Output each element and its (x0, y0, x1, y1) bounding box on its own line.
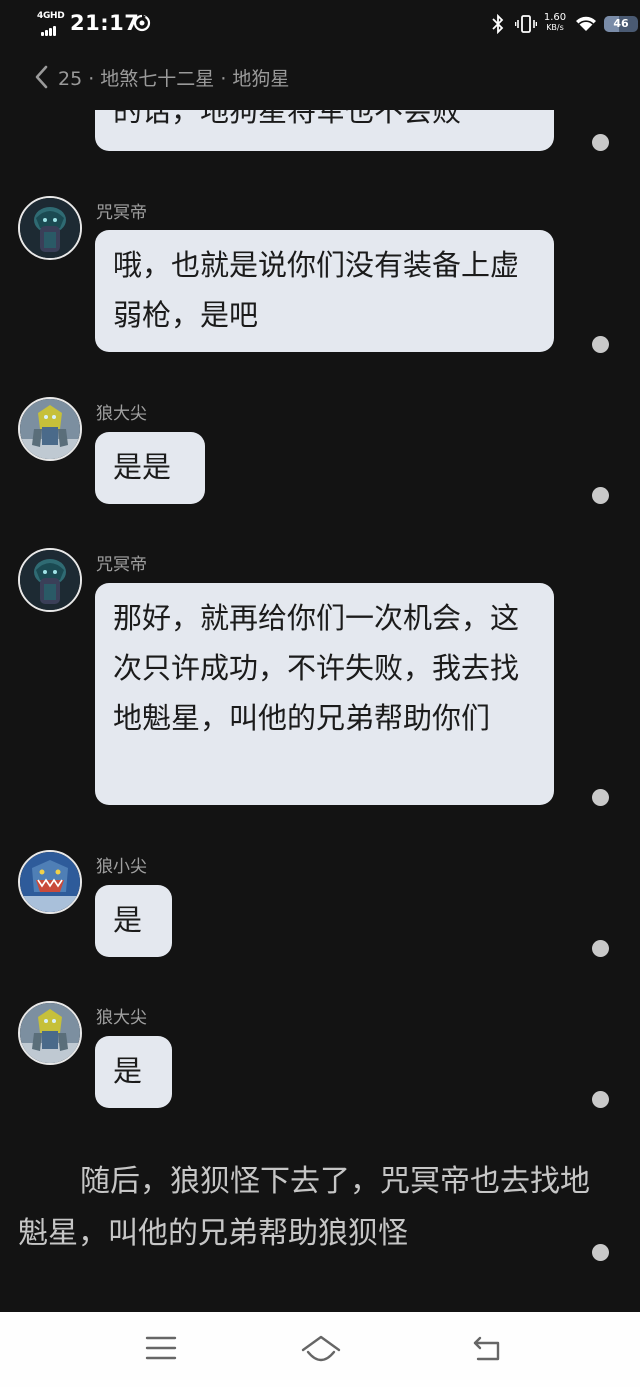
battery-level: 46 (613, 17, 629, 30)
message-bubble: 是 (95, 1036, 172, 1108)
avatar[interactable] (18, 548, 82, 612)
home-icon[interactable] (299, 1334, 343, 1364)
message-bubble: 哦，也就是说你们没有装备上虚弱枪，是吧 (95, 230, 554, 352)
message-text: 那好，就再给你们一次机会，这次只许成功，不许失败，我去找地魁星，叫他的兄弟帮助你… (113, 601, 520, 735)
read-indicator-dot (592, 1091, 609, 1108)
avatar[interactable] (18, 1001, 82, 1065)
read-indicator-dot (592, 336, 609, 353)
narration-paragraph: 随后，狼狈怪下去了，咒冥帝也去找地魁星，叫他的兄弟帮助狼狈怪 (18, 1164, 590, 1251)
header-title[interactable]: 25 · 地煞七十二星 · 地狗星 (58, 64, 289, 91)
sender-name: 咒冥帝 (96, 203, 147, 223)
message-text: 哦，也就是说你们没有装备上虚弱枪，是吧 (113, 248, 520, 332)
system-navigation-bar (0, 1312, 640, 1387)
sender-name: 咒冥帝 (96, 555, 147, 575)
avatar-image (20, 550, 80, 610)
network-speed: 1.60 KB/s (543, 12, 567, 33)
wifi-icon (576, 16, 596, 31)
return-icon[interactable] (472, 1334, 504, 1362)
avatar-image (20, 198, 80, 258)
avatar-image (20, 852, 80, 912)
sync-icon (133, 14, 151, 32)
vibrate-icon (515, 15, 537, 33)
avatar-image (20, 1003, 80, 1063)
bluetooth-icon (492, 14, 504, 34)
read-indicator-dot (592, 1244, 609, 1261)
status-bar: 4GHD 21:17 1.60 KB/s 46 (0, 0, 640, 50)
clock: 21:17 (70, 11, 140, 35)
battery-indicator: 46 (604, 16, 638, 32)
read-indicator-dot (592, 789, 609, 806)
message-text: 是 (113, 1054, 143, 1088)
menu-icon[interactable] (145, 1334, 177, 1362)
network-type-label: 4GHD (37, 11, 65, 21)
avatar[interactable] (18, 196, 82, 260)
sender-name: 狼大尖 (96, 404, 147, 424)
chat-area[interactable]: 的话，地狗星将军也不会败 咒冥帝 哦，也就是说你们没有装备上虚弱枪，是吧 狼大尖… (0, 110, 640, 1310)
message-text: 是是 (113, 450, 172, 484)
sender-name: 狼小尖 (96, 857, 147, 877)
message-bubble: 是是 (95, 432, 205, 504)
message-bubble: 的话，地狗星将军也不会败 (95, 110, 554, 151)
avatar[interactable] (18, 397, 82, 461)
message-text: 的话，地狗星将军也不会败 (113, 110, 462, 128)
chapter-header[interactable]: 25 · 地煞七十二星 · 地狗星 (0, 58, 640, 98)
read-indicator-dot (592, 487, 609, 504)
message-text: 是 (113, 903, 143, 937)
message-bubble: 那好，就再给你们一次机会，这次只许成功，不许失败，我去找地魁星，叫他的兄弟帮助你… (95, 583, 554, 805)
chevron-left-icon[interactable] (33, 64, 49, 90)
avatar-image (20, 399, 80, 459)
message-bubble: 是 (95, 885, 172, 957)
sender-name: 狼大尖 (96, 1008, 147, 1028)
avatar[interactable] (18, 850, 82, 914)
read-indicator-dot (592, 134, 609, 151)
read-indicator-dot (592, 940, 609, 957)
cellular-signal-icon: 4GHD (37, 11, 65, 36)
